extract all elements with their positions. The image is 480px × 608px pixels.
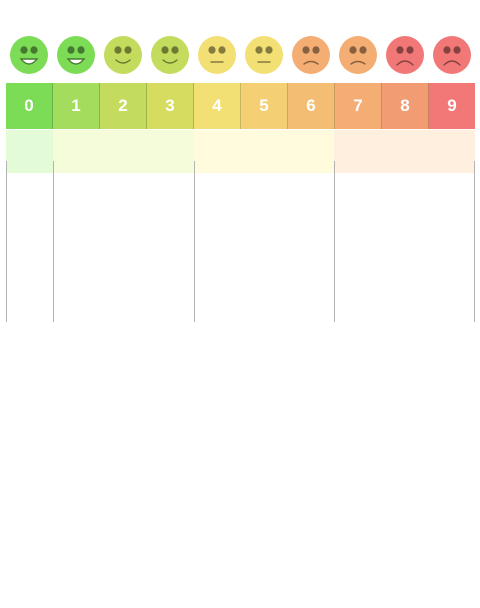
rating-number-row: 0123456789 — [6, 83, 475, 129]
sad-face-icon — [385, 36, 424, 74]
face-cell — [334, 30, 381, 80]
rating-option-7[interactable]: 7 — [335, 83, 382, 129]
face-cell — [6, 30, 53, 80]
slight-smile-face-icon — [151, 36, 190, 74]
face-row — [6, 30, 475, 80]
column-divider — [474, 161, 475, 322]
face-cell — [287, 30, 334, 80]
rating-option-4[interactable]: 4 — [194, 83, 241, 129]
sad-face-icon — [432, 36, 471, 74]
face-cell — [241, 30, 288, 80]
column-divider — [193, 161, 195, 322]
slight-frown-face-icon — [338, 36, 377, 74]
face-cell — [381, 30, 428, 80]
face-cell — [194, 30, 241, 80]
happy-face-icon — [10, 36, 49, 74]
rating-option-2[interactable]: 2 — [100, 83, 147, 129]
slight-smile-face-icon — [104, 36, 143, 74]
rating-option-5[interactable]: 5 — [241, 83, 288, 129]
pain-rating-scale: 0123456789 — [6, 30, 475, 173]
rating-option-0[interactable]: 0 — [6, 83, 53, 129]
face-cell — [53, 30, 100, 80]
slight-frown-face-icon — [291, 36, 330, 74]
face-cell — [428, 30, 475, 80]
face-cell — [147, 30, 194, 80]
rating-option-8[interactable]: 8 — [382, 83, 429, 129]
face-cell — [100, 30, 147, 80]
neutral-face-icon — [244, 36, 283, 74]
column-divider — [6, 161, 7, 322]
happy-face-icon — [57, 36, 96, 74]
column-divider — [334, 161, 336, 322]
rating-option-6[interactable]: 6 — [288, 83, 335, 129]
column-divider — [52, 161, 54, 322]
column-rules — [6, 161, 475, 322]
rating-option-3[interactable]: 3 — [147, 83, 194, 129]
neutral-face-icon — [198, 36, 237, 74]
rating-option-9[interactable]: 9 — [429, 83, 475, 129]
rating-option-1[interactable]: 1 — [53, 83, 100, 129]
